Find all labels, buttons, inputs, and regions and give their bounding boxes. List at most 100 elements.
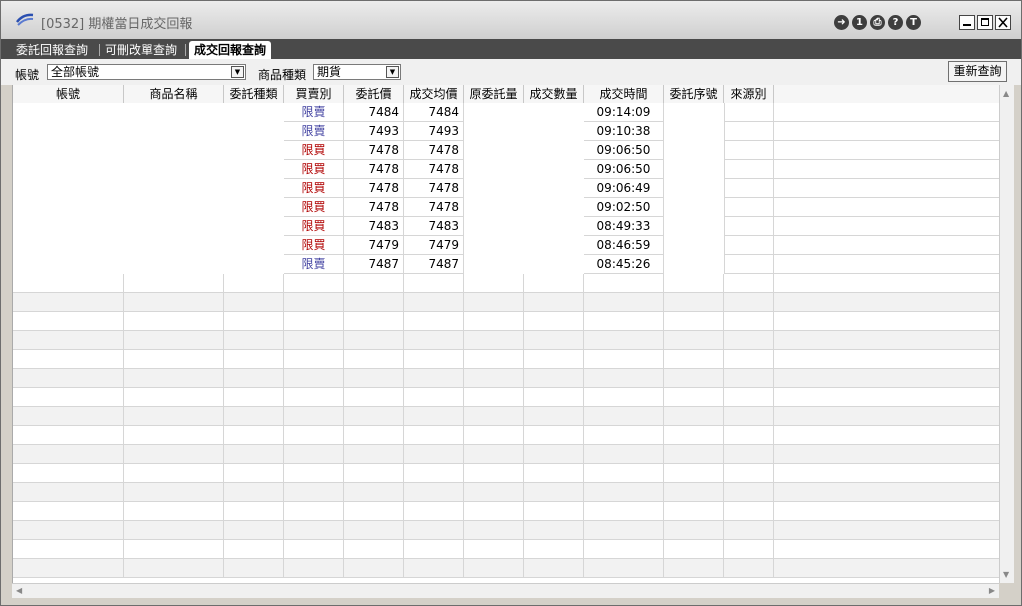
scroll-down-icon[interactable]: ▼ xyxy=(1003,570,1009,579)
cell-avg-price xyxy=(404,350,464,369)
cell-source xyxy=(724,426,774,445)
table-row[interactable]: 限賣 7487 7487 08:45:26 xyxy=(13,255,1000,274)
column-header-trade-qty[interactable]: 成交數量 xyxy=(524,85,584,103)
cell-filler xyxy=(774,331,1000,350)
cell-order-type xyxy=(224,445,284,464)
cell-trade-qty xyxy=(524,103,584,122)
column-header-trade-time[interactable]: 成交時間 xyxy=(584,85,664,103)
product-type-select[interactable]: 期貨 ▼ xyxy=(313,64,401,80)
chevron-down-icon[interactable]: ▼ xyxy=(231,66,244,78)
table-row[interactable]: 限買 7478 7478 09:06:50 xyxy=(13,160,1000,179)
cell-filler xyxy=(774,521,1000,540)
account-select[interactable]: 全部帳號 ▼ xyxy=(47,64,246,80)
exit-icon[interactable]: ➜ xyxy=(834,15,849,30)
minimize-button[interactable] xyxy=(959,15,975,30)
cell-trade-qty xyxy=(524,445,584,464)
column-header-orig-qty[interactable]: 原委託量 xyxy=(464,85,524,103)
account-label: 帳號 xyxy=(15,68,40,82)
empty-table-row[interactable] xyxy=(13,445,1000,464)
cell-order-type xyxy=(224,198,284,217)
column-header-order-type[interactable]: 委託種類 xyxy=(224,85,284,103)
cell-buy-sell: 限賣 xyxy=(284,255,344,274)
title-bar[interactable]: [0532] 期權當日成交回報 ➜ 1 ⎙? T xyxy=(1,1,1021,40)
cell-trade-qty xyxy=(524,369,584,388)
empty-table-row[interactable] xyxy=(13,540,1000,559)
empty-table-row[interactable] xyxy=(13,426,1000,445)
cell-source xyxy=(724,122,774,141)
column-header-avg-price[interactable]: 成交均價 xyxy=(404,85,464,103)
cell-source xyxy=(724,559,774,578)
tab-order-report[interactable]: 委託回報查詢 xyxy=(11,41,93,59)
empty-table-row[interactable] xyxy=(13,502,1000,521)
empty-table-row[interactable] xyxy=(13,559,1000,578)
cell-order-seq xyxy=(664,255,724,274)
table-row[interactable]: 限買 7483 7483 08:49:33 xyxy=(13,217,1000,236)
cell-buy-sell xyxy=(284,350,344,369)
cell-trade-qty xyxy=(524,236,584,255)
empty-table-row[interactable] xyxy=(13,369,1000,388)
empty-table-row[interactable] xyxy=(13,293,1000,312)
scroll-left-icon[interactable]: ◀ xyxy=(16,586,22,595)
cell-account xyxy=(13,160,124,179)
number-one-icon[interactable]: 1 xyxy=(852,15,867,30)
cell-order-price xyxy=(344,388,404,407)
empty-table-row[interactable] xyxy=(13,464,1000,483)
print-icon[interactable]: ⎙ xyxy=(870,15,885,30)
cell-order-seq xyxy=(664,103,724,122)
vertical-scrollbar[interactable]: ▲ ▼ xyxy=(999,85,1014,583)
empty-table-row[interactable] xyxy=(13,407,1000,426)
table-row[interactable]: 限買 7478 7478 09:06:50 xyxy=(13,141,1000,160)
cell-source xyxy=(724,274,774,293)
table-row[interactable]: 限賣 7493 7493 09:10:38 xyxy=(13,122,1000,141)
empty-table-row[interactable] xyxy=(13,483,1000,502)
cell-product-name xyxy=(124,540,224,559)
cell-filler xyxy=(774,103,1000,122)
horizontal-scrollbar[interactable]: ◀ ▶ xyxy=(12,583,999,598)
column-header-account[interactable]: 帳號 xyxy=(13,85,124,103)
refresh-query-button[interactable]: 重新查詢 xyxy=(948,61,1007,82)
table-row[interactable]: 限買 7479 7479 08:46:59 xyxy=(13,236,1000,255)
tab-cancelable-orders[interactable]: 可刪改單查詢 xyxy=(100,41,182,59)
t-icon[interactable]: T xyxy=(906,15,921,30)
column-header-order-price[interactable]: 委託價 xyxy=(344,85,404,103)
cell-source xyxy=(724,293,774,312)
close-button[interactable] xyxy=(995,15,1011,30)
cell-account xyxy=(13,141,124,160)
table-row[interactable]: 限買 7478 7478 09:06:49 xyxy=(13,179,1000,198)
empty-table-row[interactable] xyxy=(13,312,1000,331)
table-row[interactable]: 限賣 7484 7484 09:14:09 xyxy=(13,103,1000,122)
scroll-right-icon[interactable]: ▶ xyxy=(989,586,995,595)
column-header-order-seq[interactable]: 委託序號 xyxy=(664,85,724,103)
empty-table-row[interactable] xyxy=(13,274,1000,293)
cell-product-name xyxy=(124,274,224,293)
empty-table-row[interactable] xyxy=(13,331,1000,350)
cell-order-price xyxy=(344,540,404,559)
cell-trade-qty xyxy=(524,198,584,217)
cell-order-seq xyxy=(664,407,724,426)
cell-order-price: 7479 xyxy=(344,236,404,255)
cell-order-price: 7478 xyxy=(344,160,404,179)
table-row[interactable]: 限買 7478 7478 09:02:50 xyxy=(13,198,1000,217)
cell-order-price xyxy=(344,502,404,521)
column-header-buy-sell[interactable]: 買賣別 xyxy=(284,85,344,103)
empty-table-row[interactable] xyxy=(13,388,1000,407)
cell-order-price: 7484 xyxy=(344,103,404,122)
help-icon[interactable]: ? xyxy=(888,15,903,30)
cell-buy-sell xyxy=(284,483,344,502)
maximize-button[interactable] xyxy=(977,15,993,30)
chevron-down-icon[interactable]: ▼ xyxy=(386,66,399,78)
column-header-product-name[interactable]: 商品名稱 xyxy=(124,85,224,103)
cell-orig-qty xyxy=(464,198,524,217)
cell-order-type xyxy=(224,426,284,445)
scroll-up-icon[interactable]: ▲ xyxy=(1003,89,1009,98)
column-header-source[interactable]: 來源別 xyxy=(724,85,774,103)
tab-trade-report[interactable]: 成交回報查詢 xyxy=(189,41,272,59)
empty-table-row[interactable] xyxy=(13,521,1000,540)
cell-avg-price: 7493 xyxy=(404,122,464,141)
cell-source xyxy=(724,388,774,407)
cell-filler xyxy=(774,559,1000,578)
empty-table-row[interactable] xyxy=(13,350,1000,369)
cell-orig-qty xyxy=(464,293,524,312)
cell-trade-qty xyxy=(524,160,584,179)
cell-order-type xyxy=(224,293,284,312)
